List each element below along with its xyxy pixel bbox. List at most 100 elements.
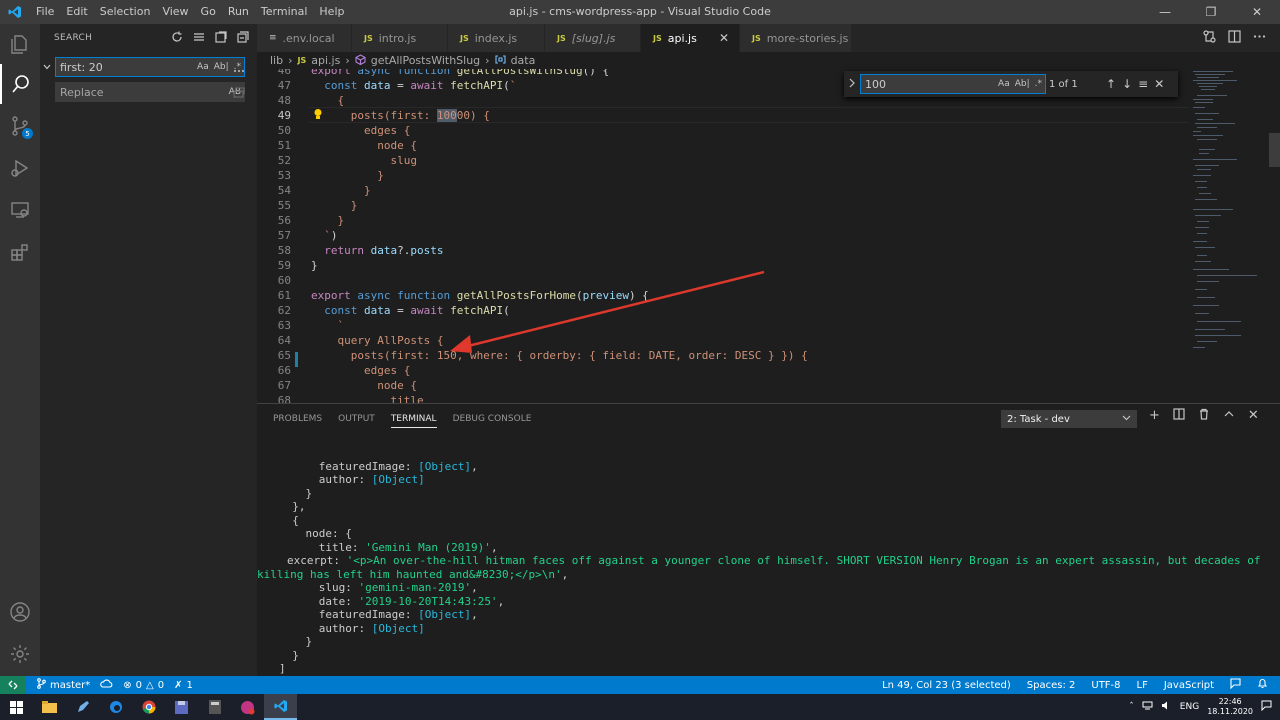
tab-intro-js[interactable]: JS intro.js <box>352 24 448 52</box>
match-case-toggle[interactable]: Aa <box>197 62 209 72</box>
git-branch-icon <box>36 678 46 692</box>
file-explorer-icon[interactable] <box>33 694 66 720</box>
split-terminal-icon[interactable] <box>1173 408 1185 424</box>
tab-index-js[interactable]: JS index.js <box>448 24 545 52</box>
menu-view[interactable]: View <box>156 0 194 24</box>
next-match-icon[interactable]: ↓ <box>1122 77 1132 91</box>
source-control-icon[interactable]: 5 <box>0 106 40 146</box>
branch-status[interactable]: master* <box>36 678 90 692</box>
explorer-icon[interactable] <box>0 24 40 64</box>
tab-label: api.js <box>667 31 697 45</box>
maximize-panel-icon[interactable] <box>1223 408 1235 424</box>
tab-debug-console[interactable]: DEBUG CONSOLE <box>453 414 532 424</box>
lightbulb-icon[interactable] <box>313 108 323 123</box>
account-icon[interactable] <box>0 592 40 632</box>
network-icon[interactable] <box>1142 701 1153 713</box>
menu-run[interactable]: Run <box>222 0 255 24</box>
kill-terminal-icon[interactable] <box>1198 408 1210 424</box>
tasks-status[interactable]: ✗ 1 <box>174 680 193 691</box>
tab-problems[interactable]: PROBLEMS <box>273 414 322 424</box>
remote-indicator-icon[interactable] <box>0 676 26 694</box>
terminal-select-value: 2: Task - dev <box>1007 413 1070 425</box>
clock[interactable]: 22:46 18.11.2020 <box>1207 697 1253 717</box>
encoding[interactable]: UTF-8 <box>1091 680 1120 691</box>
run-debug-icon[interactable] <box>0 148 40 188</box>
feedback-icon[interactable] <box>1230 678 1241 692</box>
minimize-icon[interactable]: — <box>1142 0 1188 24</box>
more-options-icon[interactable] <box>233 61 245 76</box>
windows-start-icon[interactable] <box>0 694 33 720</box>
breadcrumb-folder[interactable]: lib <box>270 54 283 67</box>
restore-icon[interactable]: ❐ <box>1188 0 1234 24</box>
calculator-icon[interactable] <box>198 694 231 720</box>
tab-terminal[interactable]: TERMINAL <box>390 410 437 428</box>
language-mode[interactable]: JavaScript <box>1164 680 1214 691</box>
tab-output[interactable]: OUTPUT <box>338 414 375 424</box>
save-app-icon[interactable] <box>165 694 198 720</box>
minimap[interactable] <box>1187 69 1267 403</box>
match-case-toggle[interactable]: Aa <box>998 79 1010 89</box>
breadcrumb-function[interactable]: getAllPostsWithSlug <box>371 54 480 67</box>
indentation[interactable]: Spaces: 2 <box>1027 680 1076 691</box>
refresh-icon[interactable] <box>171 31 183 46</box>
problems-status[interactable]: ⊗ 0 △ 0 <box>123 680 164 691</box>
action-center-icon[interactable] <box>1261 700 1272 714</box>
cursor-position[interactable]: Ln 49, Col 23 (3 selected) <box>882 680 1011 691</box>
menu-go[interactable]: Go <box>195 0 222 24</box>
menu-help[interactable]: Help <box>313 0 350 24</box>
tab-env-local[interactable]: ≡ .env.local <box>257 24 352 52</box>
whole-word-toggle[interactable]: Ab| <box>1015 79 1030 89</box>
extensions-icon[interactable] <box>0 232 40 272</box>
notepad-app-icon[interactable] <box>66 694 99 720</box>
more-actions-icon[interactable] <box>1253 30 1266 46</box>
collapse-all-icon[interactable] <box>237 31 249 46</box>
clear-results-icon[interactable] <box>193 31 205 46</box>
close-tab-icon[interactable]: ✕ <box>719 31 729 45</box>
new-search-editor-icon[interactable] <box>215 31 227 46</box>
messenger-app-icon[interactable] <box>231 694 264 720</box>
new-terminal-icon[interactable]: + <box>1149 408 1160 424</box>
terminal-select[interactable]: 2: Task - dev <box>1001 410 1137 428</box>
editor-scrollbar[interactable] <box>1269 133 1280 167</box>
tab-slug-js[interactable]: JS [slug].js <box>545 24 641 52</box>
tray-chevron-up-icon[interactable]: ˆ <box>1129 702 1134 712</box>
chrome-browser-icon[interactable] <box>132 694 165 720</box>
regex-toggle[interactable]: .* <box>1035 79 1042 89</box>
replace-all-icon[interactable] <box>233 86 245 101</box>
sync-status[interactable] <box>100 678 113 692</box>
vscode-taskbar-icon[interactable] <box>264 694 297 720</box>
find-input[interactable]: 100 Aa Ab| .* <box>860 74 1046 94</box>
menu-selection[interactable]: Selection <box>94 0 157 24</box>
close-window-icon[interactable]: ✕ <box>1234 0 1280 24</box>
js-file-icon: JS <box>557 33 566 43</box>
replace-input[interactable]: Replace AB <box>55 82 245 102</box>
terminal-line: title: 'Gemini Man (2019)', <box>279 540 498 554</box>
menu-file[interactable]: File <box>30 0 60 24</box>
breadcrumb-file[interactable]: api.js <box>311 54 340 67</box>
settings-gear-icon[interactable] <box>0 634 40 674</box>
compare-icon[interactable] <box>1203 30 1216 46</box>
tab-label: [slug].js <box>571 31 616 45</box>
menu-terminal[interactable]: Terminal <box>255 0 314 24</box>
close-find-icon[interactable]: ✕ <box>1154 77 1164 91</box>
split-editor-icon[interactable] <box>1228 30 1241 46</box>
warning-icon: △ <box>146 679 154 691</box>
breadcrumb-variable[interactable]: data <box>511 54 536 67</box>
volume-icon[interactable] <box>1161 701 1172 713</box>
edge-browser-icon[interactable] <box>99 694 132 720</box>
remote-explorer-icon[interactable] <box>0 190 40 230</box>
end-of-line[interactable]: LF <box>1137 680 1148 691</box>
tab-more-stories-js[interactable]: JS more-stories.js <box>740 24 852 52</box>
input-language[interactable]: ENG <box>1180 702 1199 712</box>
whole-word-toggle[interactable]: Ab| <box>214 62 229 72</box>
find-in-selection-icon[interactable]: ≡ <box>1138 77 1148 91</box>
close-panel-icon[interactable]: ✕ <box>1248 408 1259 424</box>
toggle-replace-chevron-icon[interactable] <box>42 62 52 75</box>
search-input[interactable]: first: 20 Aa Ab| .* <box>55 57 245 77</box>
tab-api-js[interactable]: JS api.js ✕ <box>641 24 740 52</box>
previous-match-icon[interactable]: ↑ <box>1106 77 1116 91</box>
search-icon[interactable] <box>0 64 40 104</box>
toggle-replace-chevron-icon[interactable] <box>848 78 856 91</box>
notifications-bell-icon[interactable] <box>1257 678 1268 692</box>
menu-edit[interactable]: Edit <box>60 0 93 24</box>
